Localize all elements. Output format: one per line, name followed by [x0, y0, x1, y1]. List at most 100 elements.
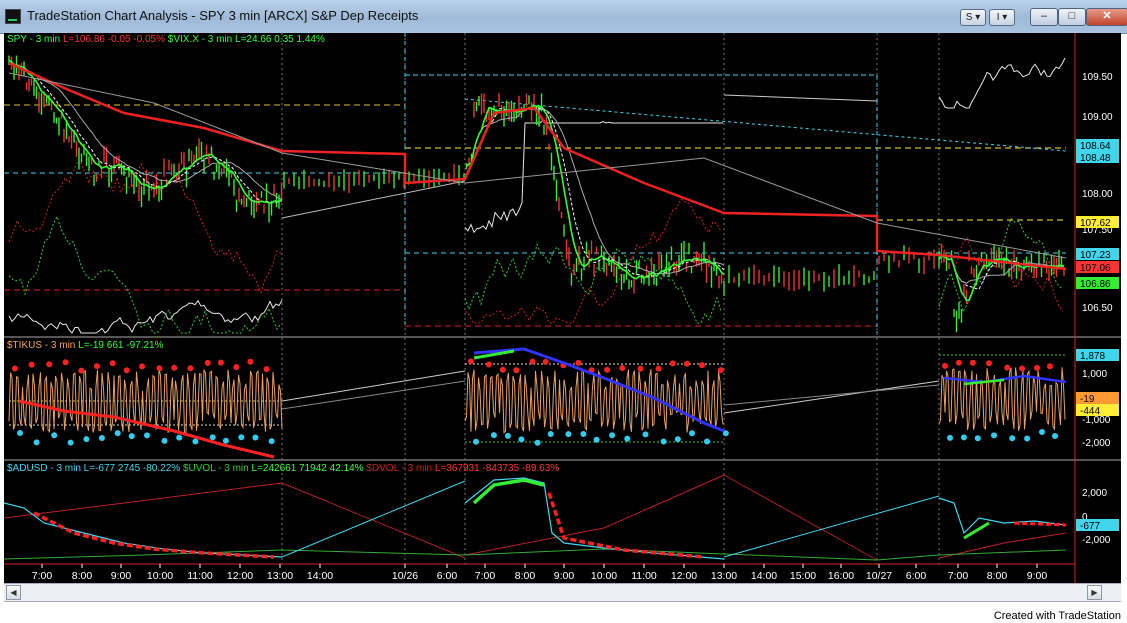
legend-item: 71942 [296, 463, 327, 474]
axis-label: 108.00 [1082, 189, 1113, 200]
app-icon [5, 9, 21, 24]
tick-low-dot [674, 436, 681, 443]
price-pane [4, 33, 1067, 334]
tick-low-dot [268, 438, 275, 445]
tick-low-dot [642, 431, 649, 438]
tick-high-dot [247, 358, 254, 365]
axis-label: 106.50 [1082, 303, 1113, 314]
axis-label: 1,000 [1082, 369, 1107, 380]
time-label: 12:00 [227, 570, 253, 582]
tick-high-dot [217, 359, 224, 366]
tick-low-dot [660, 438, 667, 445]
tick-low-dot [83, 436, 90, 443]
breadth-badge-label: -677 [1080, 521, 1100, 532]
tick-low-dot [473, 438, 479, 445]
tick-low-dot [704, 438, 710, 445]
tick-low-dot [1052, 433, 1058, 439]
time-label: 9:00 [111, 570, 132, 582]
indicator-line [8, 215, 282, 334]
time-label: 7:00 [948, 570, 969, 582]
tick-high-dot [28, 361, 35, 368]
tick-low-dot [609, 432, 616, 439]
tick-high-dot [942, 362, 948, 369]
tick-high-dot [263, 366, 270, 373]
adusd-overlay [33, 511, 275, 559]
tick-low-dot [238, 434, 245, 441]
tick-low-dot [504, 432, 511, 439]
tick-low-dot [209, 434, 216, 441]
tick-low-dot [565, 431, 572, 438]
tick-high-dot [123, 367, 130, 374]
tick-low-dot [51, 432, 58, 439]
adusd-overlay [472, 478, 545, 505]
tick-high-dot [955, 359, 962, 366]
indicator-line [8, 162, 282, 294]
adusd-overlay [963, 521, 990, 540]
tick-high-dot [46, 361, 53, 368]
adusd-line [464, 477, 725, 560]
tick-high-dot [655, 365, 662, 372]
horizontal-scrollbar[interactable]: ◀ ▶ [4, 583, 1121, 602]
adusd-overlay [1013, 521, 1067, 527]
tick-low-dot [1039, 429, 1045, 435]
adusd-line [723, 495, 940, 558]
tick-high-dot [233, 364, 240, 371]
tick-badge-label: 1,878 [1080, 351, 1105, 362]
bridge-line [281, 370, 466, 402]
dvol-line [723, 474, 878, 561]
chart-area[interactable]: SPY - 3 min L=106.86 -0.05 -0.05% $VIX.X… [4, 33, 1121, 583]
tick-high-dot [542, 358, 549, 365]
tick-high-dot [1047, 363, 1053, 370]
tick-high-dot [1019, 365, 1026, 372]
tick-high-dot [139, 363, 145, 370]
legend-item: $UVOL - 3 min [180, 463, 249, 474]
time-label: 11:00 [631, 570, 657, 582]
scroll-left-icon[interactable]: ◀ [6, 585, 21, 600]
time-axis: 7:00 8:00 9:00 10:00 11:00 12:00 13:00 14:00 10/… [32, 564, 1047, 582]
legend-item: $DVOL - 3 min [364, 463, 433, 474]
time-label: 13:00 [711, 570, 737, 582]
legend-item: L=24.66 [232, 34, 272, 45]
scroll-right-icon[interactable]: ▶ [1087, 585, 1102, 600]
legend-item: L=106.86 [60, 34, 105, 45]
tick-low-dot [17, 430, 23, 436]
tick-low-dot [114, 430, 121, 437]
moving-average [466, 108, 725, 275]
indicator-line [464, 243, 722, 324]
tick-low-dot [580, 431, 587, 437]
tick-low-dot [176, 434, 183, 441]
tick-high-dot [93, 363, 100, 370]
minimize-button[interactable]: – [1030, 8, 1058, 26]
tick-high-dot [637, 365, 644, 372]
indicator-button[interactable]: I ▾ [989, 9, 1015, 26]
time-label: 10/27 [866, 570, 892, 582]
tick-high-dot [619, 365, 626, 371]
legend-item: $ADUSD - 3 min [7, 463, 81, 474]
time-label: 10:00 [591, 570, 617, 582]
time-label: 7:00 [475, 570, 496, 582]
time-label: 9:00 [554, 570, 575, 582]
symbol-button[interactable]: S ▾ [960, 9, 986, 26]
time-label: 12:00 [671, 570, 697, 582]
tick-low-dot [490, 432, 497, 439]
tick-high-dot [109, 360, 116, 367]
tick-high-dot [684, 360, 690, 367]
tick-low-dot [534, 439, 541, 446]
tick-low-dot [222, 437, 229, 444]
maximize-button[interactable]: □ [1058, 8, 1086, 26]
tick-high-dot [499, 366, 506, 373]
legend-item: L=-19 [75, 340, 104, 351]
legend-item: $TIKUS - 3 min [7, 340, 75, 351]
tick-high-dot [78, 367, 85, 374]
price-badge-label: 107.62 [1080, 218, 1111, 229]
legend-item: 661 [104, 340, 124, 351]
session-grid [281, 33, 940, 564]
tick-low-dot [1009, 435, 1016, 442]
tick-low-dot [518, 436, 525, 443]
legend-item: 0.35 [271, 34, 294, 45]
tick-high-dot [575, 359, 582, 366]
close-button[interactable]: ✕ [1086, 8, 1127, 26]
tick-badge-label: -19 [1080, 394, 1095, 405]
tick-high-dot [1004, 364, 1011, 371]
tick-high-dot [156, 365, 163, 372]
